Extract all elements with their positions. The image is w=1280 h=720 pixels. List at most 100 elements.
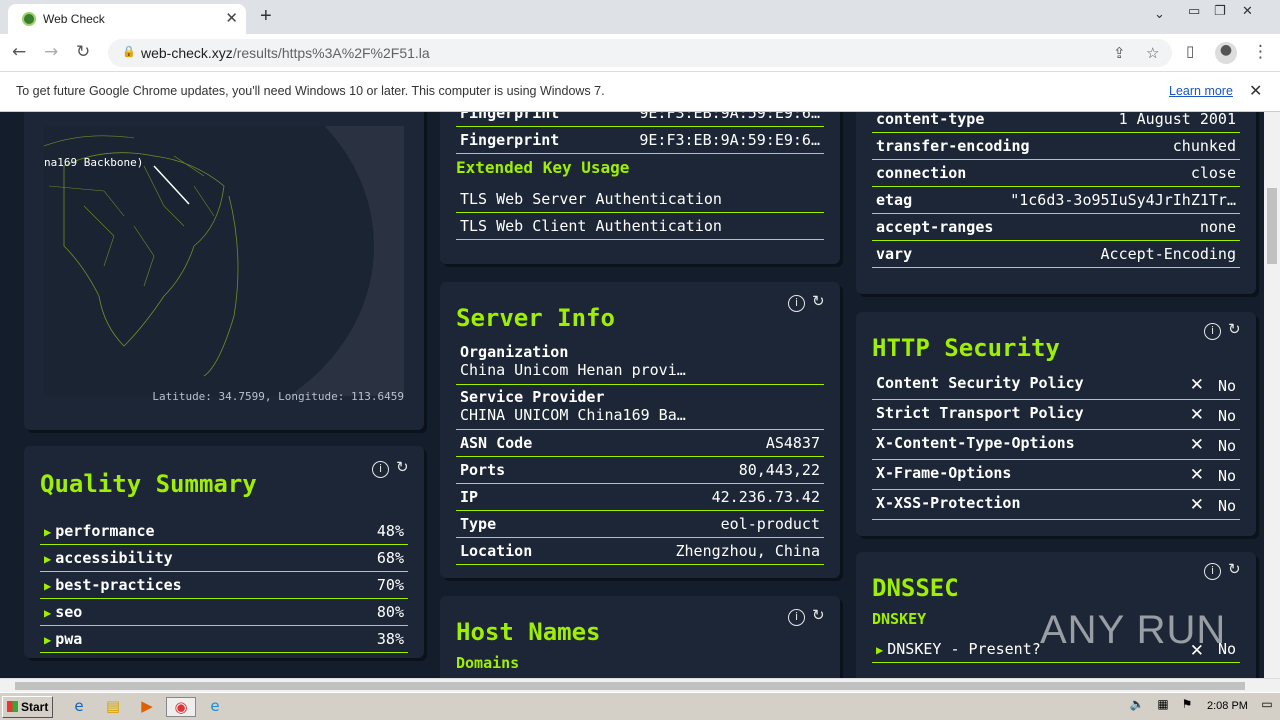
row-value: close <box>1190 164 1236 182</box>
refresh-icon[interactable]: ↻ <box>1228 560 1241 578</box>
info-icon[interactable]: i <box>372 461 389 478</box>
refresh-icon[interactable]: ↻ <box>812 292 825 310</box>
row-value: 48% <box>376 522 404 540</box>
windows-taskbar: Start e ▤ ▶ ◉ e 🔈 ▦ ⚑ 2:08 PM ▭ <box>0 692 1280 720</box>
learn-more-link[interactable]: Learn more <box>1169 84 1233 98</box>
close-infobar-icon[interactable]: ✕ <box>1249 81 1262 101</box>
quality-item-row[interactable]: ▶ best-practices 70% <box>40 572 408 599</box>
row-value: No <box>1217 377 1236 395</box>
cross-icon: ✕ <box>1189 405 1204 425</box>
card-actions: i ↻ <box>1204 560 1241 580</box>
vertical-scrollbar[interactable] <box>1264 112 1280 678</box>
network-icon[interactable]: ▦ <box>1152 697 1174 717</box>
quality-item-row[interactable]: ▶ seo 80% <box>40 599 408 626</box>
row-value: 38% <box>376 630 404 648</box>
menu-kebab-icon[interactable]: ⋮ <box>1252 42 1269 62</box>
domains-subtitle: Domains <box>456 654 520 672</box>
refresh-icon[interactable]: ↻ <box>396 458 409 476</box>
row-value: China Unicom Henan provi… <box>460 361 686 379</box>
forward-icon[interactable]: → <box>44 42 58 62</box>
show-desktop-icon[interactable]: ▭ <box>1256 697 1278 717</box>
back-icon[interactable]: ← <box>12 42 26 62</box>
server-info-row: Type eol-product <box>456 511 824 538</box>
row-key: ▶ accessibility <box>44 549 173 567</box>
header-row: connection close <box>872 160 1240 187</box>
server-info-row: Ports 80,443,22 <box>456 457 824 484</box>
chrome-icon[interactable]: ◉ <box>166 697 196 717</box>
scroll-thumb[interactable] <box>15 682 1245 690</box>
tab-search-icon[interactable]: ⌄ <box>1154 7 1165 22</box>
row-key: ▶ DNSKEY - Present? <box>876 640 1041 658</box>
server-info-row: ASN Code AS4837 <box>456 430 824 457</box>
quality-item-row[interactable]: ▶ accessibility 68% <box>40 545 408 572</box>
tab-title: Web Check <box>43 12 105 26</box>
info-icon[interactable]: i <box>1204 323 1221 340</box>
media-player-icon[interactable]: ▶ <box>136 697 158 717</box>
share-icon[interactable]: ⇪ <box>1113 44 1126 62</box>
cross-icon: ✕ <box>1189 375 1204 395</box>
row-key: Location <box>460 542 533 560</box>
row-key: Strict Transport Policy <box>876 404 1084 422</box>
location-map-card: na169 Backbone) Latitude: 34.7599, Longi… <box>24 112 424 430</box>
expand-triangle-icon: ▶ <box>44 552 52 566</box>
url-host: web-check.xyz <box>141 45 233 61</box>
header-row: transfer-encoding chunked <box>872 133 1240 160</box>
header-row: accept-ranges none <box>872 214 1240 241</box>
row-value: TLS Web Server Authentication <box>460 190 722 208</box>
expand-triangle-icon: ▶ <box>44 525 52 539</box>
start-button[interactable]: Start <box>2 696 53 718</box>
row-key: transfer-encoding <box>876 137 1030 155</box>
favicon-icon <box>22 12 36 26</box>
page-content: na169 Backbone) Latitude: 34.7599, Longi… <box>0 112 1264 678</box>
close-window-icon[interactable]: ✕ <box>1242 4 1253 19</box>
horizontal-scrollbar[interactable] <box>0 678 1280 692</box>
row-key: Content Security Policy <box>876 374 1084 392</box>
http-headers-card: content-type 1 August 2001 transfer-encodi… <box>856 112 1256 294</box>
map-label: na169 Backbone) <box>44 156 144 169</box>
minimize-icon[interactable]: ▭ <box>1188 4 1200 19</box>
world-map: na169 Backbone) <box>44 126 404 396</box>
restore-icon[interactable]: ❐ <box>1214 4 1226 19</box>
bookmark-star-icon[interactable]: ☆ <box>1146 44 1159 62</box>
card-actions: i ↻ <box>372 458 409 478</box>
header-row: etag "1c6d3-3o95IuSy4JrIhZ1Tr… <box>872 187 1240 214</box>
row-value: Zhengzhou, China <box>675 542 821 560</box>
quality-item-row[interactable]: ▶ performance 48% <box>40 518 408 545</box>
flag-icon[interactable]: ⚑ <box>1176 697 1198 717</box>
lock-icon[interactable]: 🔒 <box>122 45 136 58</box>
address-bar[interactable]: 🔒 web-check.xyz/results/https%3A%2F%2F51… <box>108 39 1172 67</box>
quality-summary-card: i ↻ Quality Summary ▶ performance 48% ▶ acces… <box>24 446 424 658</box>
new-tab-button[interactable]: + <box>260 5 272 28</box>
http-security-title: HTTP Security <box>872 334 1060 362</box>
http-security-card: i ↻ HTTP Security Content Security Policy… <box>856 312 1256 536</box>
refresh-icon[interactable]: ↻ <box>1228 320 1241 338</box>
info-icon[interactable]: i <box>788 609 805 626</box>
row-key: ASN Code <box>460 434 533 452</box>
row-key: Fingerprint <box>460 112 560 122</box>
tab-web-check[interactable]: Web Check ✕ <box>8 4 246 34</box>
scroll-thumb[interactable] <box>1267 188 1277 264</box>
info-icon[interactable]: i <box>788 295 805 312</box>
row-value: 42.236.73.42 <box>711 488 820 506</box>
volume-icon[interactable]: 🔈 <box>1126 697 1148 717</box>
eku-row: TLS Web Server Authentication <box>456 186 824 213</box>
edge-icon[interactable]: e <box>204 697 226 717</box>
card-actions: i ↻ <box>788 292 825 312</box>
server-info-row: IP 42.236.73.42 <box>456 484 824 511</box>
host-names-card: i ↻ Host Names Domains <box>440 596 840 678</box>
info-icon[interactable]: i <box>1204 563 1221 580</box>
fingerprint-row: Fingerprint 9E:F3:EB:9A:59:E9:6… <box>456 112 824 127</box>
reload-icon[interactable]: ↻ <box>76 42 90 62</box>
profile-avatar-icon[interactable]: ● <box>1215 42 1237 64</box>
explorer-icon[interactable]: ▤ <box>102 697 124 717</box>
fingerprint-row: Fingerprint 9E:F3:EB:9A:59:E9:6… <box>456 127 824 154</box>
ie-icon[interactable]: e <box>68 697 90 717</box>
quality-item-row[interactable]: ▶ pwa 38% <box>40 626 408 653</box>
row-key: Organization <box>460 343 569 361</box>
tab-strip: Web Check ✕ + ⌄ ▭ ❐ ✕ <box>0 0 1280 34</box>
close-tab-icon[interactable]: ✕ <box>225 9 238 27</box>
card-actions: i ↻ <box>788 606 825 626</box>
refresh-icon[interactable]: ↻ <box>812 606 825 624</box>
security-header-row: X-XSS-Protection ✕ No <box>872 490 1240 520</box>
side-panel-icon[interactable]: ▯ <box>1186 42 1194 60</box>
